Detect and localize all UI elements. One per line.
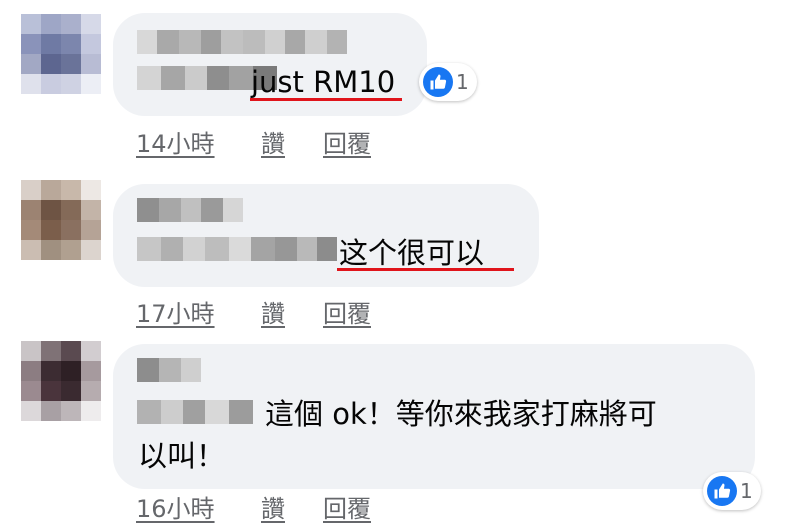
reaction-summary[interactable]: 1 bbox=[419, 63, 477, 101]
reply-button[interactable]: 回覆 bbox=[323, 124, 371, 159]
like-button[interactable]: 讚 bbox=[261, 294, 285, 329]
thumbs-up-icon bbox=[423, 67, 453, 97]
red-underline bbox=[250, 98, 402, 101]
redacted-text bbox=[137, 400, 253, 424]
timestamp-link[interactable]: 14小時 bbox=[136, 124, 215, 159]
timestamp-link[interactable]: 17小時 bbox=[136, 294, 215, 329]
avatar[interactable] bbox=[21, 180, 101, 260]
redacted-author-name[interactable] bbox=[137, 30, 347, 54]
reply-button[interactable]: 回覆 bbox=[323, 294, 371, 329]
avatar[interactable] bbox=[21, 14, 101, 94]
comment-actions: 17小時 讚 回覆 bbox=[0, 294, 800, 328]
avatar[interactable] bbox=[21, 341, 101, 421]
redacted-author-name[interactable] bbox=[137, 198, 243, 222]
comment-actions: 14小時 讚 回覆 bbox=[0, 124, 800, 158]
redacted-text bbox=[137, 237, 337, 261]
timestamp-link[interactable]: 16小時 bbox=[136, 489, 215, 524]
reaction-count: 1 bbox=[456, 70, 469, 94]
like-button[interactable]: 讚 bbox=[261, 124, 285, 159]
comment-actions: 16小時 讚 回覆 bbox=[0, 489, 800, 523]
comment-text-line-1: 這個 ok！等你來我家打麻將可 bbox=[265, 397, 657, 431]
reply-button[interactable]: 回覆 bbox=[323, 489, 371, 524]
comment-text-line-2: 以叫！ bbox=[138, 439, 226, 473]
red-underline bbox=[337, 268, 514, 271]
comment-thread: just RM10 1 14小時 讚 回覆 这个很可以 17小時 讚 回覆 這個… bbox=[0, 0, 800, 526]
redacted-author-name[interactable] bbox=[137, 358, 201, 382]
like-button[interactable]: 讚 bbox=[261, 489, 285, 524]
